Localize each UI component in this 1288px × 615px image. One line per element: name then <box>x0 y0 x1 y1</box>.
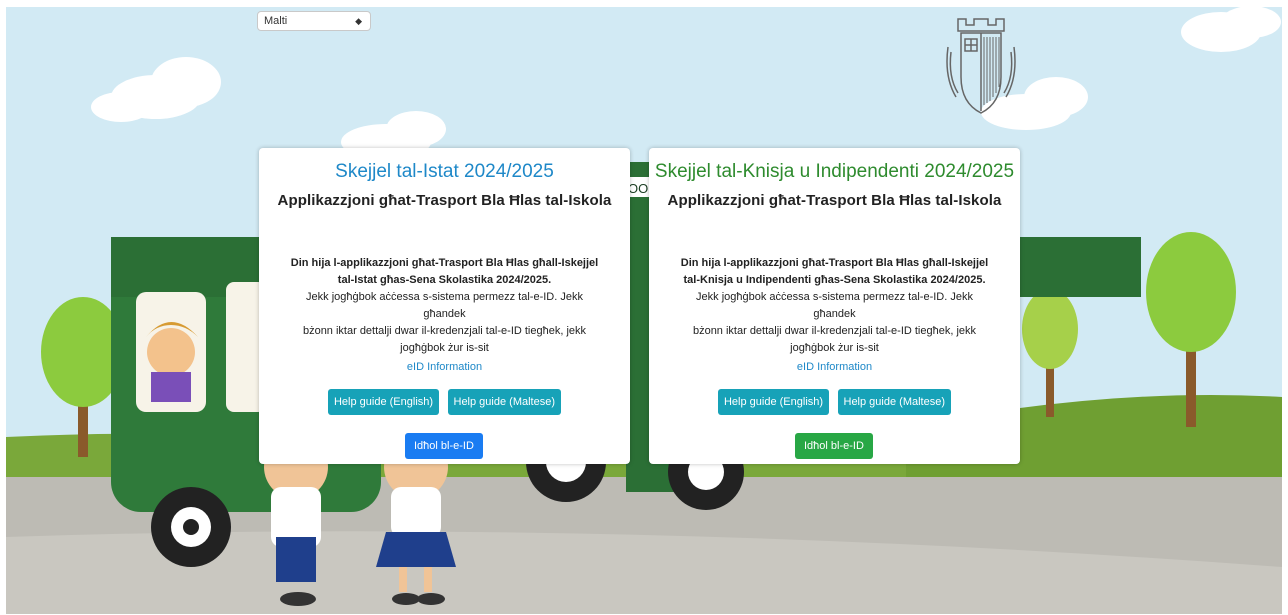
desc-line-1: Jekk jogħġbok aċċessa s-sistema permezz … <box>306 291 583 320</box>
language-select[interactable]: Malti ◆ <box>257 11 371 31</box>
state-schools-card: Skejjel tal-Istat 2024/2025 Applikazzjon… <box>259 148 630 464</box>
card-subtitle: Applikazzjoni għat-Trasport Bla Ħlas tal… <box>667 192 1002 209</box>
card-description: Din hija l-applikazzjoni għat-Trasport B… <box>680 255 990 357</box>
card-title: Skejjel tal-Knisja u Indipendenti 2024/2… <box>654 161 1015 182</box>
desc-bold-line-2: tal-Istat għas-Sena Skolastika 2024/2025… <box>337 274 552 286</box>
login-eid-button[interactable]: Idħol bl-e-ID <box>405 433 483 459</box>
school-bus-scene: OOL <box>6 7 1282 614</box>
help-guide-maltese-button[interactable]: Help guide (Maltese) <box>837 389 951 415</box>
desc-line-3: jogħġbok żur is-sit <box>790 342 879 354</box>
eid-information-link[interactable]: eID Information <box>407 360 482 375</box>
login-eid-button[interactable]: Idħol bl-e-ID <box>795 433 873 459</box>
help-guide-english-button[interactable]: Help guide (English) <box>717 389 830 415</box>
desc-line-2: bżonn iktar dettalji dwar il-kredenzjali… <box>302 325 587 337</box>
desc-bold-line-1: Din hija l-applikazzjoni għat-Trasport B… <box>680 257 989 269</box>
church-independent-schools-card: Skejjel tal-Knisja u Indipendenti 2024/2… <box>649 148 1020 464</box>
card-description: Din hija l-applikazzjoni għat-Trasport B… <box>290 255 600 357</box>
background-illustration: OOL <box>6 7 1282 614</box>
card-title: Skejjel tal-Istat 2024/2025 <box>335 161 554 182</box>
eid-information-link[interactable]: eID Information <box>797 360 872 375</box>
desc-line-3: jogħġbok żur is-sit <box>400 342 489 354</box>
help-guide-maltese-button[interactable]: Help guide (Maltese) <box>447 389 561 415</box>
desc-bold-line-1: Din hija l-applikazzjoni għat-Trasport B… <box>290 257 599 269</box>
help-guide-english-button[interactable]: Help guide (English) <box>327 389 440 415</box>
desc-line-1: Jekk jogħġbok aċċessa s-sistema permezz … <box>696 291 973 320</box>
help-buttons: Help guide (English) Help guide (Maltese… <box>259 389 630 415</box>
card-subtitle: Applikazzjoni għat-Trasport Bla Ħlas tal… <box>277 192 612 209</box>
help-buttons: Help guide (English) Help guide (Maltese… <box>649 389 1020 415</box>
desc-line-2: bżonn iktar dettalji dwar il-kredenzjali… <box>692 325 977 337</box>
desc-bold-line-2: tal-Knisja u Indipendenti għas-Sena Skol… <box>683 274 986 286</box>
select-arrows-icon: ◆ <box>355 16 362 26</box>
language-select-value: Malti <box>264 15 288 27</box>
malta-coat-of-arms-icon <box>936 17 1026 117</box>
